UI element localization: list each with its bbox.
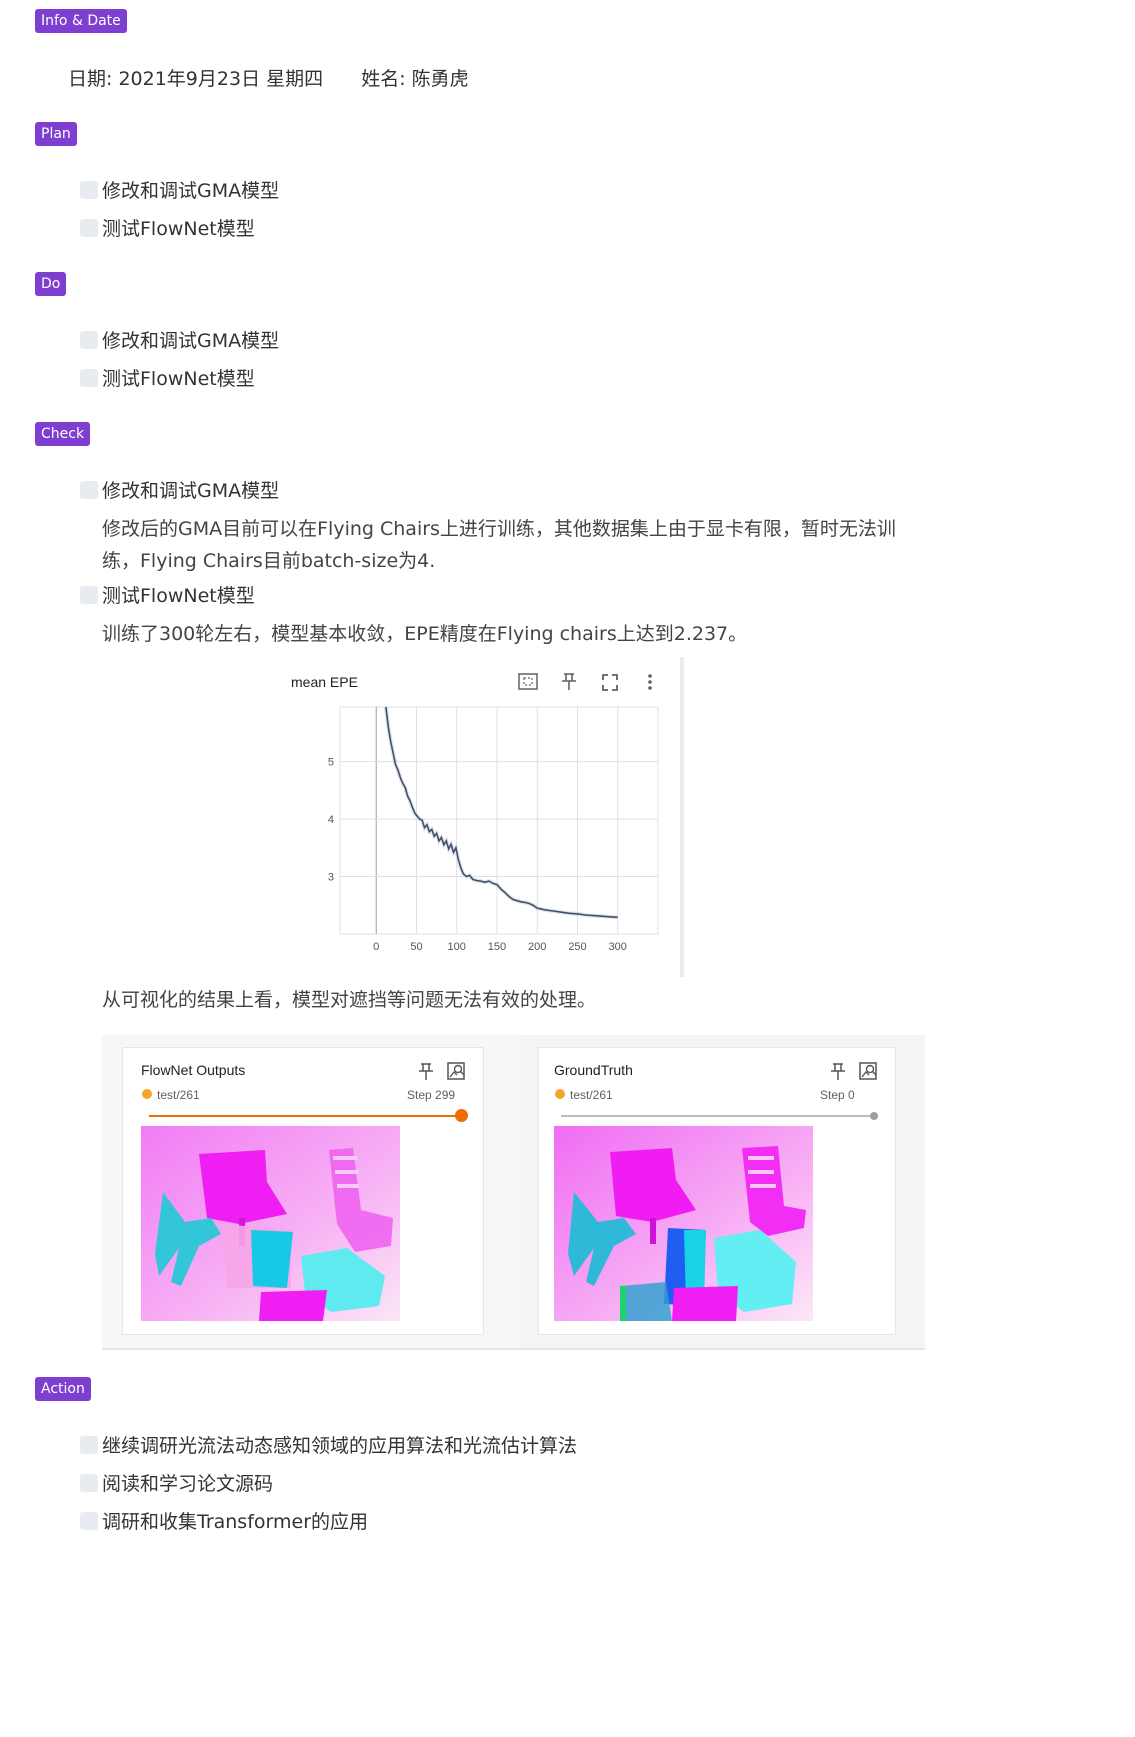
run-name: test/261	[570, 1088, 613, 1102]
check-checkbox-2[interactable]	[80, 586, 98, 604]
step-label: Step 299	[407, 1088, 456, 1102]
plot-frame	[339, 706, 659, 935]
do-item-2: 测试FlowNet模型	[102, 368, 255, 390]
step-slider-thumb[interactable]	[455, 1109, 468, 1122]
check-item-1: 修改和调试GMA模型	[102, 480, 280, 502]
x-tick-label: 50	[410, 941, 422, 953]
image-search-icon[interactable]	[859, 1062, 877, 1080]
do-checkbox-2[interactable]	[80, 369, 98, 387]
x-tick-label: 0	[373, 941, 379, 953]
date-label: 日期:	[68, 68, 113, 90]
section-tag-action: Action	[35, 1377, 91, 1401]
x-tick-label: 150	[488, 941, 506, 953]
y-tick-label: 4	[328, 814, 334, 826]
viz-note: 从可视化的结果上看，模型对遮挡等问题无法有效的处理。	[102, 989, 597, 1011]
section-tag-do: Do	[35, 272, 67, 296]
flownet-panel: FlowNet Outputs test/261 Step 299	[122, 1047, 484, 1335]
run-color-dot	[142, 1089, 152, 1099]
pin-icon[interactable]	[831, 1063, 845, 1080]
x-tick-label: 100	[448, 941, 466, 953]
flownet-panel-title: FlowNet Outputs	[141, 1062, 246, 1078]
groundtruth-panel: GroundTruth test/261 Step 0	[538, 1047, 896, 1335]
date-line: 日期: 2021年9月23日 星期四 姓名: 陈勇虎	[68, 66, 469, 92]
check-item-2-note: 训练了300轮左右，模型基本收敛，EPE精度在Flying chairs上达到2…	[102, 623, 748, 645]
image-search-icon[interactable]	[447, 1062, 465, 1080]
plan-checkbox-2[interactable]	[80, 219, 98, 237]
x-tick-label: 200	[528, 941, 546, 953]
groundtruth-image	[554, 1126, 813, 1321]
pin-icon[interactable]	[419, 1063, 433, 1080]
x-tick-label: 250	[568, 941, 586, 953]
step-slider-track[interactable]	[149, 1115, 461, 1117]
groundtruth-panel-title: GroundTruth	[554, 1062, 633, 1078]
date-value: 2021年9月23日 星期四	[118, 68, 324, 90]
series-line-smoothed-halo	[383, 706, 618, 920]
action-item-1: 继续调研光流法动态感知领域的应用算法和光流估计算法	[102, 1435, 578, 1457]
chart-plot: 0 50 100 150 200 250 300 3 4 5	[328, 706, 659, 953]
section-tag-plan: Plan	[35, 122, 77, 146]
do-item-1: 修改和调试GMA模型	[102, 330, 280, 352]
panel-actions	[831, 1062, 877, 1080]
flownet-output-image	[141, 1126, 400, 1321]
plan-item-1: 修改和调试GMA模型	[102, 180, 280, 202]
section-tag-check: Check	[35, 422, 91, 446]
image-panels: FlowNet Outputs test/261 Step 299 Ground…	[102, 1035, 925, 1350]
step-slider-track[interactable]	[561, 1115, 875, 1117]
check-item-2: 测试FlowNet模型	[102, 585, 255, 607]
chart-card: mean EPE 0 50 100 150 200 250 300 3 4 5	[280, 657, 684, 977]
plan-item-2: 测试FlowNet模型	[102, 218, 255, 240]
y-tick-label: 5	[328, 757, 334, 769]
plan-checkbox-1[interactable]	[80, 181, 98, 199]
section-tag-info: Info & Date	[35, 9, 127, 33]
series-line	[385, 706, 618, 919]
action-checkbox-3[interactable]	[80, 1512, 98, 1530]
x-tick-label: 300	[609, 941, 627, 953]
name-value: 陈勇虎	[411, 68, 469, 90]
action-item-2: 阅读和学习论文源码	[102, 1473, 274, 1495]
action-checkbox-1[interactable]	[80, 1436, 98, 1454]
name-label: 姓名:	[361, 68, 406, 90]
check-item-1-note: 修改后的GMA目前可以在Flying Chairs上进行训练，其他数据集上由于显…	[102, 518, 896, 572]
panel-actions	[419, 1062, 465, 1080]
run-color-dot	[555, 1089, 565, 1099]
step-label: Step 0	[820, 1088, 855, 1102]
check-checkbox-1[interactable]	[80, 481, 98, 499]
run-name: test/261	[157, 1088, 200, 1102]
do-checkbox-1[interactable]	[80, 331, 98, 349]
action-item-3: 调研和收集Transformer的应用	[102, 1511, 369, 1533]
action-checkbox-2[interactable]	[80, 1474, 98, 1492]
step-slider-thumb[interactable]	[870, 1112, 878, 1120]
y-tick-label: 3	[328, 872, 334, 884]
